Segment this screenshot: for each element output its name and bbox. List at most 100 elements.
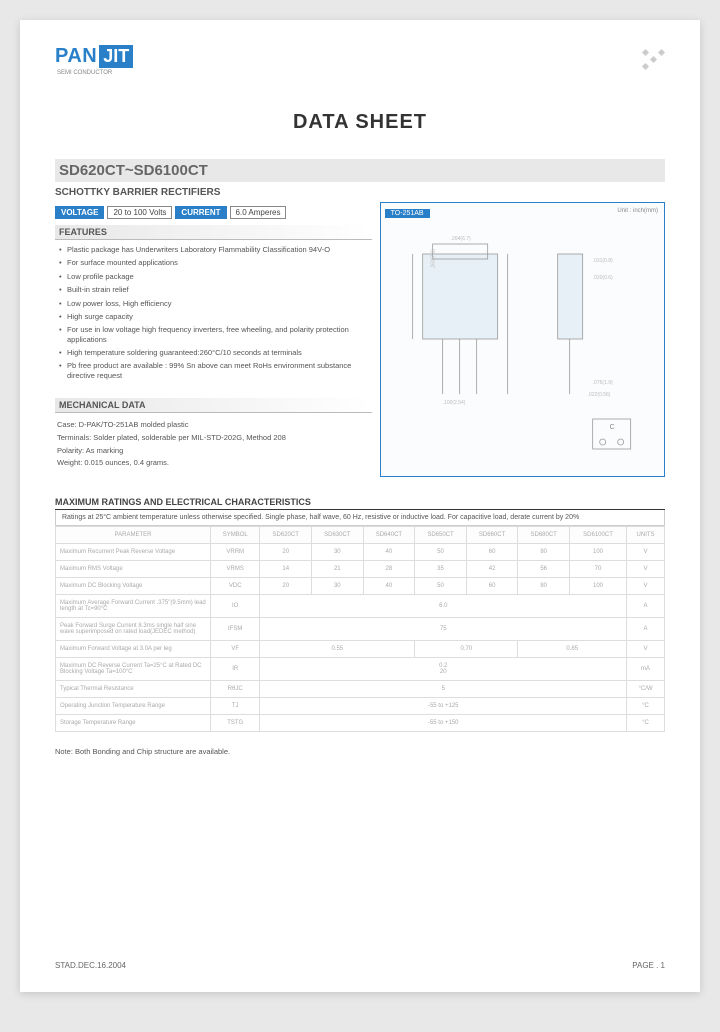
logo-text-jit: JIT [99, 45, 133, 68]
cell-unit: °C/W [627, 681, 665, 698]
document-title: DATA SHEET [55, 111, 665, 134]
brand-logo: PANJIT [55, 45, 665, 68]
voltage-value: 20 to 100 Volts [107, 206, 172, 219]
cell-unit: °C [627, 715, 665, 732]
cell-value: 28 [363, 561, 415, 578]
col-part: SD630CT [312, 527, 364, 544]
svg-text:.020(0.6): .020(0.6) [592, 275, 612, 281]
cell-value: 5 [260, 681, 627, 698]
cell-value: 100 [569, 544, 626, 561]
cell-value: 30 [312, 578, 364, 595]
cell-value: 20 [260, 544, 312, 561]
mech-case: Case: D-PAK/TO-251AB molded plastic [57, 419, 372, 432]
logo-text-pan: PAN [55, 45, 97, 68]
package-label: TO-251AB [385, 209, 430, 218]
cell-parameter: Maximum Average Forward Current .375"(9.… [56, 595, 211, 618]
cell-value: 30 [312, 544, 364, 561]
table-header-row: PARAMETER SYMBOL SD620CT SD630CT SD640CT… [56, 527, 665, 544]
feature-item: Built-in strain relief [59, 285, 372, 294]
table-row: Maximum DC Blocking VoltageVDC2030405060… [56, 578, 665, 595]
mech-terminals: Terminals: Solder plated, solderable per… [57, 432, 372, 445]
col-parameter: PARAMETER [56, 527, 211, 544]
cell-symbol: TSTG [211, 715, 260, 732]
mech-weight: Weight: 0.015 ounces, 0.4 grams. [57, 457, 372, 470]
svg-text:.260(7.1): .260(7.1) [430, 249, 436, 269]
cell-value: 40 [363, 578, 415, 595]
svg-text:C: C [609, 424, 614, 431]
spec-chips: VOLTAGE 20 to 100 Volts CURRENT 6.0 Ampe… [55, 206, 372, 219]
col-part: SD6100CT [569, 527, 626, 544]
cell-value: 80 [518, 578, 570, 595]
cell-parameter: Maximum RMS Voltage [56, 561, 211, 578]
decorative-dots [643, 50, 665, 69]
cell-symbol: RθJC [211, 681, 260, 698]
cell-symbol: VDC [211, 578, 260, 595]
cell-unit: A [627, 618, 665, 641]
cell-symbol: IO [211, 595, 260, 618]
cell-parameter: Typical Thermal Resistance [56, 681, 211, 698]
logo-subtitle: SEMI CONDUCTOR [57, 70, 665, 76]
cell-parameter: Storage Temperature Range [56, 715, 211, 732]
product-type: SCHOTTKY BARRIER RECTIFIERS [55, 187, 665, 198]
cell-symbol: VRRM [211, 544, 260, 561]
cell-value: 0.85 [518, 641, 627, 658]
col-part: SD650CT [415, 527, 467, 544]
cell-value: 50 [415, 578, 467, 595]
cell-parameter: Maximum Forward Voltage at 3.0A per leg [56, 641, 211, 658]
cell-unit: mA [627, 658, 665, 681]
table-row: Maximum Forward Voltage at 3.0A per leg V… [56, 641, 665, 658]
cell-value: 60 [466, 544, 518, 561]
svg-text:.031(0.8): .031(0.8) [592, 258, 612, 264]
mech-polarity: Polarity: As marking [57, 445, 372, 458]
voltage-label: VOLTAGE [55, 206, 104, 219]
ratings-table: PARAMETER SYMBOL SD620CT SD630CT SD640CT… [55, 526, 665, 732]
cell-symbol: TJ [211, 698, 260, 715]
footnote: Note: Both Bonding and Chip structure ar… [55, 747, 665, 756]
feature-item: Pb free product are available : 99% Sn a… [59, 361, 372, 380]
svg-text:.022(0.56): .022(0.56) [587, 392, 610, 398]
cell-parameter: Maximum DC Blocking Voltage [56, 578, 211, 595]
package-diagram: TO-251AB Unit : inch(mm) C [380, 202, 665, 477]
feature-item: For use in low voltage high frequency in… [59, 325, 372, 344]
current-label: CURRENT [175, 206, 226, 219]
part-number-header: SD620CT~SD6100CT [55, 159, 665, 182]
table-row: Peak Forward Surge Current 8.3ms single … [56, 618, 665, 641]
package-unit: Unit : inch(mm) [617, 208, 658, 214]
table-row: Storage Temperature RangeTSTG-55 to +150… [56, 715, 665, 732]
svg-text:.100(2.54): .100(2.54) [442, 400, 465, 406]
current-value: 6.0 Amperes [230, 206, 287, 219]
col-part: SD620CT [260, 527, 312, 544]
cell-value: 0.55 [260, 641, 415, 658]
cell-value: 56 [518, 561, 570, 578]
cell-value: 6.0 [260, 595, 627, 618]
cell-value: 70 [569, 561, 626, 578]
cell-value: 60 [466, 578, 518, 595]
features-list: Plastic package has Underwriters Laborat… [55, 245, 372, 380]
cell-symbol: VRMS [211, 561, 260, 578]
col-part: SD640CT [363, 527, 415, 544]
cell-value: 0.70 [415, 641, 518, 658]
cell-parameter: Operating Junction Temperature Range [56, 698, 211, 715]
cell-symbol: IFSM [211, 618, 260, 641]
col-part: SD660CT [466, 527, 518, 544]
cell-value: 100 [569, 578, 626, 595]
cell-unit: V [627, 544, 665, 561]
mechanical-heading: MECHANICAL DATA [55, 398, 372, 413]
page-footer: STAD.DEC.16.2004 PAGE . 1 [55, 961, 665, 970]
ratings-conditions: Ratings at 25°C ambient temperature unle… [55, 510, 665, 526]
cell-parameter: Maximum DC Reverse Current Ta=25°C at Ra… [56, 658, 211, 681]
cell-unit: V [627, 641, 665, 658]
cell-unit: °C [627, 698, 665, 715]
cell-value: 40 [363, 544, 415, 561]
svg-text:.264(6.7): .264(6.7) [450, 236, 470, 242]
cell-value: -55 to +125 [260, 698, 627, 715]
footer-page: PAGE . 1 [632, 961, 665, 970]
cell-value: 42 [466, 561, 518, 578]
table-row: Maximum Average Forward Current .375"(9.… [56, 595, 665, 618]
feature-item: High surge capacity [59, 312, 372, 321]
table-row: Maximum Recurrent Peak Reverse VoltageVR… [56, 544, 665, 561]
feature-item: Low power loss, High efficiency [59, 299, 372, 308]
cell-value: -55 to +150 [260, 715, 627, 732]
svg-text:.075(1.9): .075(1.9) [592, 380, 612, 386]
col-units: UNITS [627, 527, 665, 544]
